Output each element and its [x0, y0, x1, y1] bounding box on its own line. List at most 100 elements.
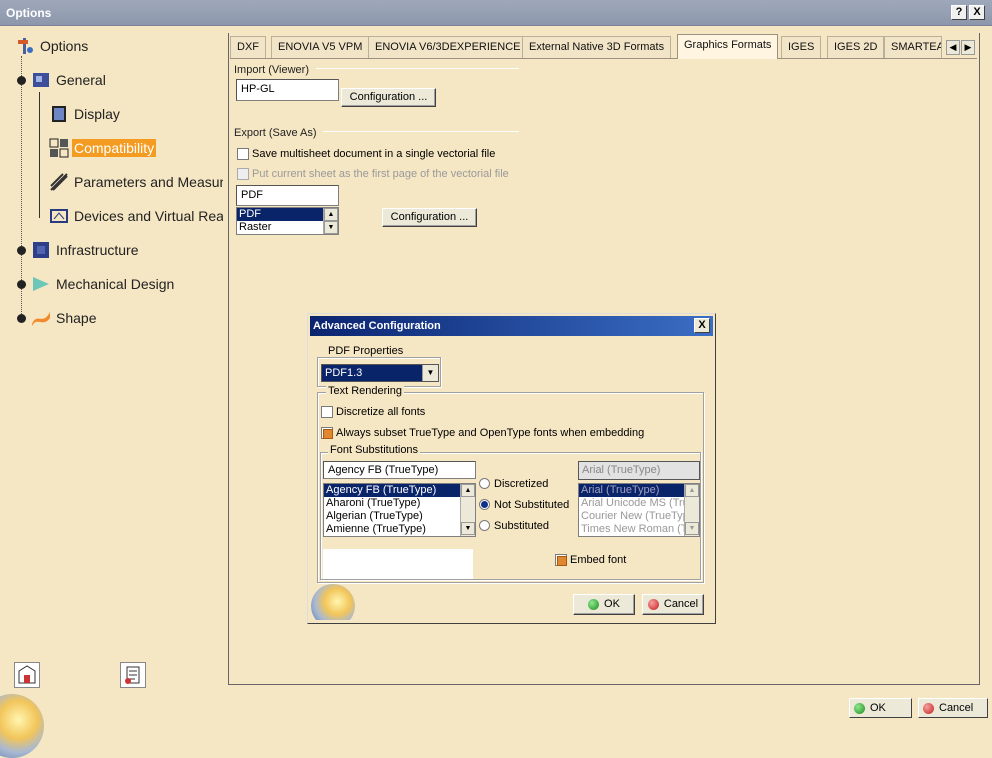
import-format-field[interactable]: HP-GL [236, 79, 339, 101]
list-item[interactable]: Times New Roman (Tr [579, 523, 699, 536]
advanced-configuration-dialog: Advanced Configuration X PDF Properties … [307, 313, 716, 624]
compatibility-icon [49, 138, 69, 158]
display-icon [49, 104, 69, 124]
embed-font-checkbox[interactable] [555, 554, 567, 566]
tab-dxf[interactable]: DXF [230, 36, 266, 58]
tab-enovia-v5-vpm[interactable]: ENOVIA V5 VPM [271, 36, 370, 58]
divider [323, 131, 519, 132]
tree-item-display[interactable]: Display [49, 102, 122, 126]
tree-item-devices[interactable]: Devices and Virtual Reali [49, 204, 223, 228]
scroll-up-icon[interactable]: ▲ [324, 208, 338, 221]
tree-item-options[interactable]: Options [15, 34, 90, 58]
target-font-list[interactable]: Arial (TrueType) Arial Unicode MS (Tru C… [578, 483, 700, 537]
lock-settings-icon[interactable] [120, 662, 146, 688]
export-format-field[interactable]: PDF [236, 185, 339, 206]
scrollbar[interactable]: ▲ ▼ [323, 208, 338, 234]
discretize-checkbox[interactable] [321, 406, 333, 418]
scroll-up-icon[interactable]: ▲ [685, 484, 699, 497]
tree-item-mechanical-design[interactable]: Mechanical Design [31, 272, 176, 296]
dialog-close-button[interactable]: X [694, 318, 710, 333]
scrollbar[interactable]: ▲ ▼ [684, 484, 699, 536]
save-multisheet-checkbox[interactable] [237, 148, 249, 160]
tree-item-parameters[interactable]: Parameters and Measure [49, 170, 223, 194]
list-item[interactable]: Arial (TrueType) [579, 484, 699, 497]
tree-label: Options [40, 38, 89, 54]
infrastructure-icon [31, 240, 51, 260]
not-substituted-radio[interactable] [479, 499, 490, 510]
tab-external-native-3d[interactable]: External Native 3D Formats [522, 36, 672, 58]
tree-item-general[interactable]: General [31, 68, 108, 92]
scroll-up-icon[interactable]: ▲ [461, 484, 475, 497]
close-button[interactable]: X [969, 5, 985, 20]
ok-button[interactable]: OK [849, 698, 912, 718]
scroll-down-icon[interactable]: ▼ [685, 522, 699, 535]
tab-scroll-left-icon[interactable]: ◀ [946, 40, 960, 55]
list-item[interactable]: Aharoni (TrueType) [324, 497, 475, 510]
target-font-select[interactable]: Arial (TrueType) [578, 461, 700, 480]
tree-connector [39, 92, 40, 218]
options-icon [15, 36, 35, 56]
scrollbar[interactable]: ▲ ▼ [460, 484, 475, 536]
export-format-list[interactable]: PDF Raster ▲ ▼ [236, 207, 339, 235]
tree-label: Infrastructure [56, 242, 139, 258]
tree-label: Compatibility [72, 139, 157, 157]
tab-graphics-formats[interactable]: Graphics Formats [677, 34, 779, 59]
tab-scroll-right-icon[interactable]: ▶ [961, 40, 975, 55]
tree-label: Display [74, 106, 120, 122]
shape-icon [31, 308, 51, 328]
help-button[interactable]: ? [951, 5, 967, 20]
put-current-sheet-label: Put current sheet as the first page of t… [252, 168, 509, 180]
source-font-field[interactable]: Agency FB (TrueType) [323, 461, 476, 479]
expand-icon[interactable] [17, 246, 26, 255]
dialog-title: Advanced Configuration [313, 320, 441, 332]
discretized-radio[interactable] [479, 478, 490, 489]
list-item[interactable]: Amienne (TrueType) [324, 523, 475, 536]
put-current-sheet-checkbox[interactable] [237, 168, 249, 180]
tree-item-compatibility[interactable]: Compatibility [49, 136, 157, 160]
tree-connector [21, 56, 22, 318]
dialog-ok-button[interactable]: OK [573, 594, 635, 615]
mechanical-design-icon [31, 274, 51, 294]
substituted-radio[interactable] [479, 520, 490, 531]
reset-icon[interactable] [14, 662, 40, 688]
pdf-version-value: PDF1.3 [325, 367, 363, 379]
expand-icon[interactable] [17, 314, 26, 323]
tree-label: Devices and Virtual Reali [74, 208, 223, 224]
tab-iges[interactable]: IGES [781, 36, 822, 58]
devices-icon [49, 206, 69, 226]
always-subset-checkbox[interactable] [321, 427, 333, 439]
list-item[interactable]: Agency FB (TrueType) [324, 484, 475, 497]
ok-icon [588, 598, 600, 610]
pdf-version-select[interactable]: PDF1.3 ▼ [321, 364, 439, 382]
cancel-button[interactable]: Cancel [918, 698, 988, 718]
cancel-label: Cancel [663, 598, 699, 610]
tree-item-shape[interactable]: Shape [31, 306, 98, 330]
pdf-properties-label: PDF Properties [326, 345, 406, 357]
scroll-down-icon[interactable]: ▼ [324, 221, 338, 234]
export-group-label: Export (Save As) [234, 127, 317, 139]
cancel-icon [923, 702, 934, 714]
list-item[interactable]: Courier New (TrueTyp [579, 510, 699, 523]
source-font-list[interactable]: Agency FB (TrueType) Aharoni (TrueType) … [323, 483, 476, 537]
discretize-label: Discretize all fonts [336, 406, 426, 418]
discretized-label: Discretized [494, 478, 549, 490]
import-configuration-button[interactable]: Configuration ... [341, 88, 436, 107]
globe-icon [0, 694, 44, 758]
import-group-label: Import (Viewer) [234, 64, 309, 76]
scroll-down-icon[interactable]: ▼ [461, 522, 475, 535]
tree-item-infrastructure[interactable]: Infrastructure [31, 238, 140, 262]
embed-font-label: Embed font [570, 554, 627, 566]
list-item[interactable]: Arial Unicode MS (Tru [579, 497, 699, 510]
tab-iges-2d[interactable]: IGES 2D [827, 36, 885, 58]
chevron-down-icon[interactable]: ▼ [422, 365, 438, 381]
dialog-cancel-button[interactable]: Cancel [642, 594, 704, 615]
parameters-icon [49, 172, 69, 192]
list-item[interactable]: Algerian (TrueType) [324, 510, 475, 523]
tab-enovia-v6[interactable]: ENOVIA V6/3DEXPERIENCE [368, 36, 528, 58]
collapse-icon[interactable] [17, 76, 26, 85]
expand-icon[interactable] [17, 280, 26, 289]
cancel-icon [647, 598, 659, 610]
export-configuration-button[interactable]: Configuration ... [382, 208, 477, 227]
tab-smartea[interactable]: SMARTEA [884, 36, 942, 58]
tree-label: General [56, 72, 106, 88]
